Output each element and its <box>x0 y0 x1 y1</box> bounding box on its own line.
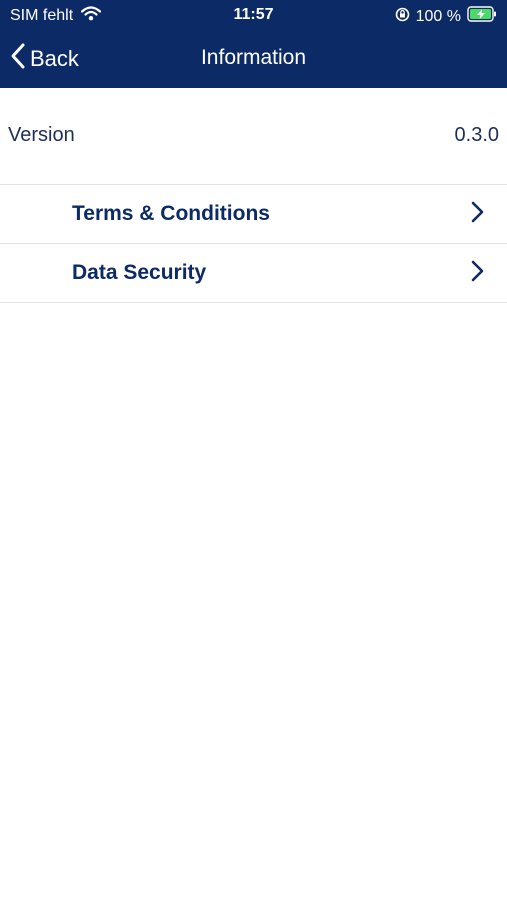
chevron-left-icon <box>10 42 26 76</box>
back-button[interactable]: Back <box>10 42 79 76</box>
status-right: 100 % <box>395 6 497 27</box>
terms-conditions-label: Terms & Conditions <box>72 202 270 225</box>
information-screen: SIM fehlt 11:57 100 % Back Information V… <box>0 0 507 900</box>
navigation-bar: Back Information <box>0 30 507 88</box>
battery-charging-icon <box>467 6 497 27</box>
back-label: Back <box>30 46 79 71</box>
status-bar: SIM fehlt 11:57 100 % <box>0 0 507 30</box>
data-security-item[interactable]: Data Security <box>0 244 507 302</box>
header-bar: SIM fehlt 11:57 100 % Back Information <box>0 0 507 88</box>
chevron-right-icon <box>469 201 485 228</box>
version-label: Version <box>8 123 75 146</box>
data-security-label: Data Security <box>72 261 207 284</box>
version-row: Version 0.3.0 <box>0 100 507 170</box>
orientation-lock-icon <box>395 7 410 27</box>
battery-label: 100 % <box>415 7 461 25</box>
divider <box>0 302 507 303</box>
chevron-right-icon <box>469 260 485 287</box>
terms-conditions-item[interactable]: Terms & Conditions <box>0 185 507 243</box>
version-value: 0.3.0 <box>454 123 499 146</box>
